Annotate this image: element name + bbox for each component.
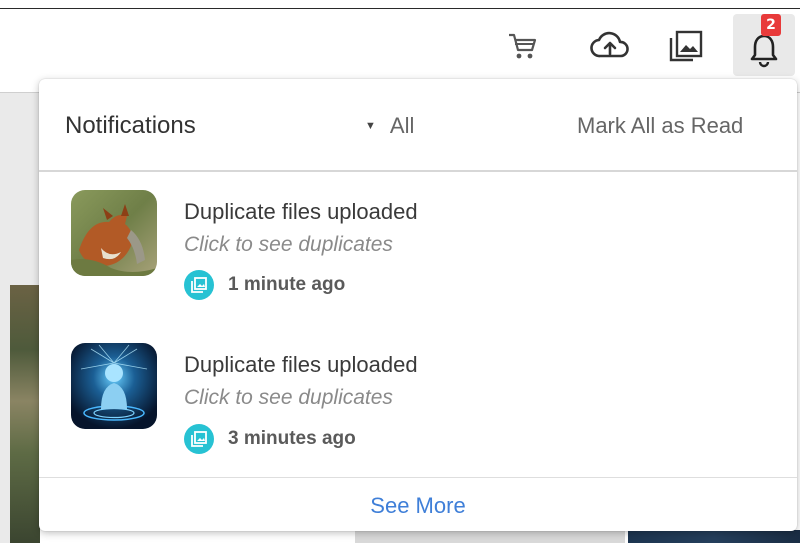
filter-label: All: [389, 113, 415, 138]
notification-title: Duplicate files uploaded: [184, 352, 418, 377]
notification-time: 3 minutes ago: [228, 428, 356, 449]
upload-cloud-icon[interactable]: [588, 22, 632, 70]
cart-icon[interactable]: [501, 22, 545, 70]
gallery-icon[interactable]: [664, 22, 708, 70]
caret-down-icon: ▼: [365, 120, 376, 132]
notification-subtitle: Click to see duplicates: [184, 386, 393, 409]
background-photo: [628, 530, 800, 543]
background-photo: [10, 285, 40, 543]
bell-icon: [750, 34, 778, 61]
panel-footer: See More: [39, 477, 797, 531]
filter-dropdown[interactable]: ▼ All: [365, 113, 414, 139]
notification-subtitle: Click to see duplicates: [184, 233, 393, 256]
toolbar-border: [0, 8, 800, 9]
notifications-button[interactable]: 2: [733, 14, 795, 76]
mark-all-read-button[interactable]: Mark All as Read: [577, 113, 743, 139]
notification-meta: 1 minute ago: [184, 270, 345, 300]
notification-title: Duplicate files uploaded: [184, 199, 418, 224]
panel-header: Notifications ▼ All Mark All as Read: [39, 79, 797, 172]
fox-thumbnail: [71, 190, 157, 276]
gallery-icon: [184, 424, 214, 454]
notification-time: 1 minute ago: [228, 274, 346, 295]
background-card: [355, 530, 625, 543]
notification-item[interactable]: Duplicate files uploaded Click to see du…: [39, 328, 797, 478]
gallery-icon: [184, 270, 214, 300]
app-screen: 2 Notifications ▼ All Mark All as Read D…: [0, 0, 800, 543]
notifications-panel: Notifications ▼ All Mark All as Read Dup…: [39, 79, 797, 531]
notification-count-badge: 2: [761, 14, 781, 36]
notification-item[interactable]: Duplicate files uploaded Click to see du…: [39, 175, 797, 325]
see-more-link[interactable]: See More: [370, 493, 465, 519]
panel-title: Notifications: [65, 112, 196, 139]
notification-meta: 3 minutes ago: [184, 424, 356, 454]
digital-figure-thumbnail: [71, 343, 157, 429]
